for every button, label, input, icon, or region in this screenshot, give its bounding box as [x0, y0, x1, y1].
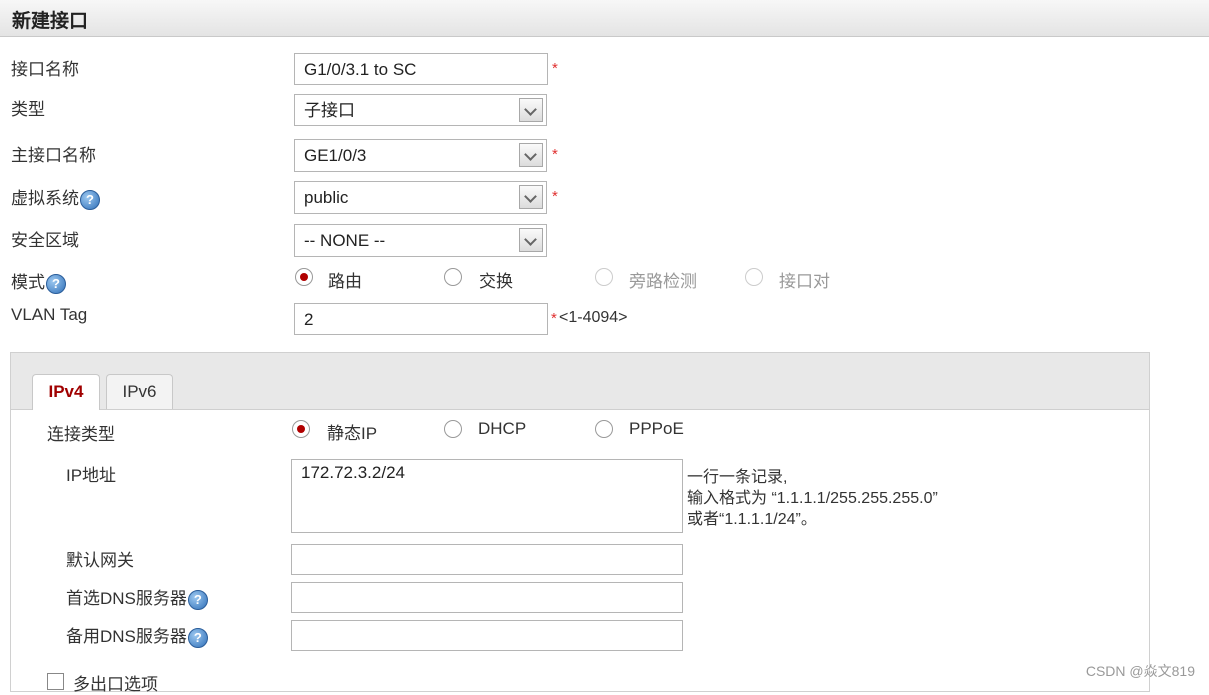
multi-exit-checkbox[interactable] [47, 673, 64, 690]
ip-address-hint: 一行一条记录, 输入格式为 “1.1.1.1/255.255.255.0” 或者… [687, 467, 938, 530]
security-zone-label: 安全区域 [11, 231, 79, 250]
mode-pair-radio [745, 268, 763, 286]
mode-label: 模式? [11, 268, 66, 294]
mode-route-label[interactable]: 路由 [328, 267, 362, 292]
type-select[interactable]: 子接口 [294, 94, 547, 126]
connection-type-label: 连接类型 [47, 425, 115, 444]
parent-interface-value: GE1/0/3 [304, 146, 367, 165]
ip-address-textarea[interactable]: 172.72.3.2/24 [291, 459, 683, 533]
secondary-dns-label: 备用DNS服务器? [66, 622, 208, 648]
virtual-system-value: public [304, 188, 349, 207]
default-gateway-label: 默认网关 [66, 551, 134, 570]
conn-static-label[interactable]: 静态IP [327, 419, 377, 444]
chevron-down-icon[interactable] [519, 228, 543, 252]
default-gateway-input[interactable] [291, 544, 683, 575]
security-zone-value: -- NONE -- [304, 231, 386, 250]
mode-pair-label: 接口对 [779, 272, 830, 291]
page-title: 新建接口 [12, 10, 89, 32]
type-select-value: 子接口 [304, 101, 355, 120]
primary-dns-label-text: 首选DNS服务器 [66, 589, 187, 608]
required-mark: * [551, 310, 557, 327]
ip-tab-strip: IPv4 IPv6 [11, 353, 1149, 410]
watermark: CSDN @焱文819 [1085, 663, 1195, 679]
vlan-tag-label: VLAN Tag [11, 305, 88, 324]
ip-config-panel: IPv4 IPv6 连接类型 静态IP DHCP PPPoE IP地址 172.… [10, 352, 1150, 695]
mode-route-radio[interactable] [295, 268, 313, 286]
interface-name-input[interactable]: G1/0/3.1 to SC [294, 53, 548, 85]
type-label: 类型 [11, 100, 45, 119]
chevron-down-icon[interactable] [519, 98, 543, 122]
secondary-dns-label-text: 备用DNS服务器 [66, 627, 187, 646]
parent-interface-label: 主接口名称 [11, 146, 96, 165]
tab-ipv4[interactable]: IPv4 [32, 374, 100, 410]
chevron-down-icon[interactable] [519, 185, 543, 209]
ip-hint-line-2: 输入格式为 “1.1.1.1/255.255.255.0” [687, 490, 938, 507]
conn-pppoe-label[interactable]: PPPoE [629, 419, 684, 439]
conn-dhcp-label[interactable]: DHCP [478, 419, 526, 439]
primary-dns-input[interactable] [291, 582, 683, 613]
virtual-system-select[interactable]: public [294, 181, 547, 214]
required-mark: * [552, 60, 558, 77]
mode-switch-label[interactable]: 交换 [479, 267, 513, 292]
conn-pppoe-radio[interactable] [595, 420, 613, 438]
interface-name-label: 接口名称 [11, 60, 79, 79]
virtual-system-label: 虚拟系统? [11, 184, 100, 210]
conn-static-radio[interactable] [292, 420, 310, 438]
virtual-system-label-text: 虚拟系统 [11, 189, 79, 208]
chevron-down-icon[interactable] [519, 143, 543, 167]
tab-ipv6[interactable]: IPv6 [106, 374, 173, 409]
help-icon[interactable]: ? [46, 273, 66, 294]
vlan-tag-input[interactable]: 2 [294, 303, 548, 335]
page-header: 新建接口 [0, 0, 1209, 37]
help-icon[interactable]: ? [187, 627, 208, 648]
primary-dns-label: 首选DNS服务器? [66, 584, 208, 610]
ip-address-label: IP地址 [66, 466, 117, 485]
help-icon[interactable]: ? [80, 189, 100, 210]
parent-interface-select[interactable]: GE1/0/3 [294, 139, 547, 172]
mode-bypass-radio [595, 268, 613, 286]
ip-hint-line-3: 或者“1.1.1.1/24”。 [687, 511, 817, 528]
required-mark: * [552, 188, 558, 205]
help-icon[interactable]: ? [187, 589, 208, 610]
ip-hint-line-1: 一行一条记录, [687, 469, 788, 486]
conn-dhcp-radio[interactable] [444, 420, 462, 438]
required-mark: * [552, 146, 558, 163]
vlan-range-hint: <1-4094> [559, 309, 628, 326]
secondary-dns-input[interactable] [291, 620, 683, 651]
multi-exit-label[interactable]: 多出口选项 [73, 670, 158, 695]
security-zone-select[interactable]: -- NONE -- [294, 224, 547, 257]
mode-switch-radio[interactable] [444, 268, 462, 286]
mode-bypass-label: 旁路检测 [629, 272, 697, 291]
mode-label-text: 模式 [11, 273, 45, 292]
